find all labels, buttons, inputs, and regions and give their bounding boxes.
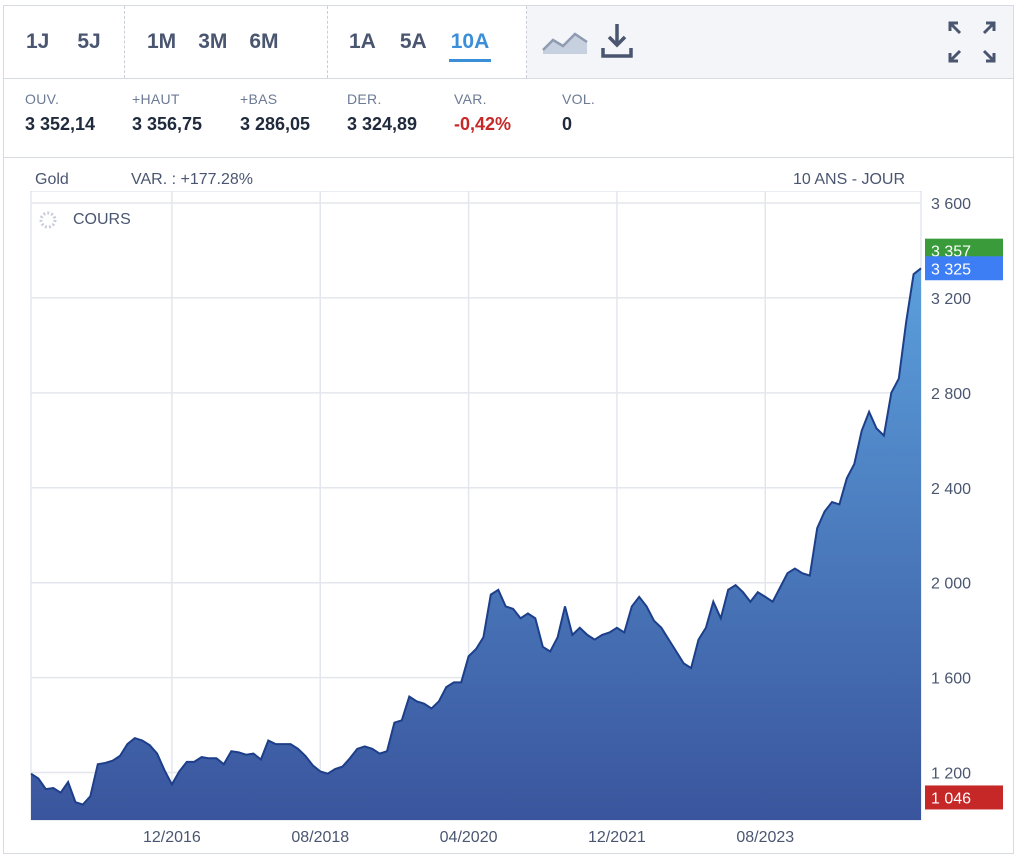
y-tick-label: 3 200 xyxy=(931,291,971,308)
price-chart[interactable]: 1 200 1 600 2 000 2 400 2 800 3 200 3 600 12/2… xyxy=(4,191,1013,851)
stat-change-label: VAR. xyxy=(454,91,487,107)
stat-last-value: 3 324,89 xyxy=(347,114,418,134)
x-tick-label: 08/2023 xyxy=(736,829,794,846)
y-tick-label: 2 000 xyxy=(931,576,971,593)
period-group-months: 1M 3M 6M xyxy=(125,6,328,78)
stat-volume: VOL. 0 xyxy=(562,91,595,135)
x-tick-label: 12/2021 xyxy=(588,829,646,846)
stat-volume-label: VOL. xyxy=(562,91,596,107)
period-1m-button[interactable]: 1M xyxy=(147,30,176,54)
stat-volume-value: 0 xyxy=(562,114,573,134)
y-tick-label: 3 600 xyxy=(931,196,971,213)
low-price-marker-label: 1 046 xyxy=(931,790,971,807)
stat-change: VAR. -0,42% xyxy=(454,91,511,135)
download-icon[interactable] xyxy=(599,22,635,60)
tool-icons xyxy=(527,6,1013,78)
series-label: COURS xyxy=(73,211,131,228)
y-tick-label: 2 800 xyxy=(931,386,971,403)
period-variation: VAR. : +177.28% xyxy=(131,171,253,188)
stat-high: +HAUT 3 356,75 xyxy=(132,91,202,135)
last-price-marker-label: 3 325 xyxy=(931,261,971,278)
period-5j-button[interactable]: 5J xyxy=(77,30,100,54)
stat-last: DER. 3 324,89 xyxy=(347,91,417,135)
fullscreen-icon[interactable] xyxy=(945,18,999,66)
stat-open-value: 3 352,14 xyxy=(25,114,96,134)
period-6m-button[interactable]: 6M xyxy=(249,30,278,54)
x-tick-label: 04/2020 xyxy=(440,829,498,846)
period-3m-button[interactable]: 3M xyxy=(198,30,227,54)
stat-high-label: +HAUT xyxy=(132,91,180,107)
quote-stats: OUV. 3 352,14 +HAUT 3 356,75 +BAS 3 286,… xyxy=(4,79,1013,158)
period-1a-button[interactable]: 1A xyxy=(349,30,376,54)
stat-low-value: 3 286,05 xyxy=(240,114,311,134)
y-tick-label: 1 200 xyxy=(931,766,971,783)
stat-change-value: -0,42% xyxy=(454,114,512,134)
chart-widget: 1J 5J 1M 3M 6M 1A 5A 10A OUV. 3 352,14 +… xyxy=(3,5,1014,854)
period-group-years: 1A 5A 10A xyxy=(328,6,527,78)
instrument-name: Gold xyxy=(35,171,69,188)
stat-last-label: DER. xyxy=(347,91,382,107)
stat-open: OUV. 3 352,14 xyxy=(25,91,95,135)
y-tick-label: 2 400 xyxy=(931,481,971,498)
period-5a-button[interactable]: 5A xyxy=(400,30,427,54)
period-10a-button[interactable]: 10A xyxy=(448,30,491,62)
stat-low: +BAS 3 286,05 xyxy=(240,91,310,135)
x-tick-label: 08/2018 xyxy=(291,829,349,846)
stat-high-value: 3 356,75 xyxy=(132,114,203,134)
area-chart-icon[interactable] xyxy=(541,28,589,56)
x-tick-label: 12/2016 xyxy=(143,829,201,846)
stat-low-label: +BAS xyxy=(240,91,278,107)
y-tick-label: 1 600 xyxy=(931,671,971,688)
stat-open-label: OUV. xyxy=(25,91,60,107)
period-toolbar: 1J 5J 1M 3M 6M 1A 5A 10A xyxy=(4,6,1013,79)
range-label: 10 ANS - JOUR xyxy=(793,171,906,188)
period-group-days: 1J 5J xyxy=(4,6,125,78)
period-1j-button[interactable]: 1J xyxy=(26,30,49,54)
